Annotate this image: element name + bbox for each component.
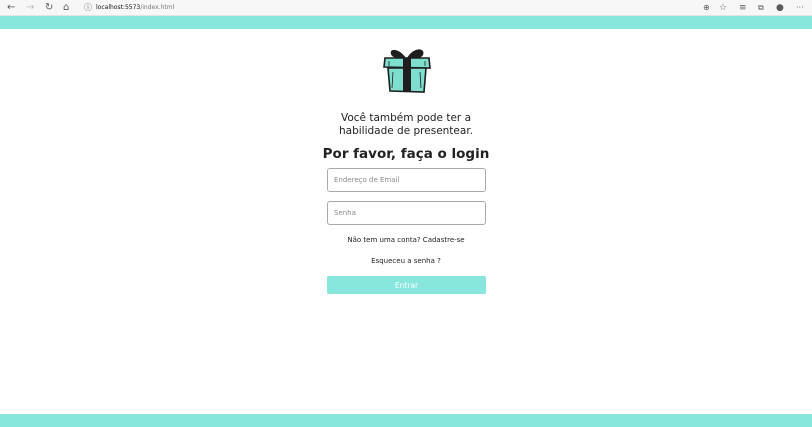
refresh-icon[interactable]: ↻	[45, 1, 53, 15]
forgot-password-link[interactable]: Esqueceu a senha ?	[300, 257, 512, 265]
forward-icon[interactable]: →	[26, 1, 34, 15]
footer-band	[0, 414, 812, 427]
url-path: /index.html	[140, 4, 175, 11]
collections-icon[interactable]: ⧉	[758, 1, 764, 15]
back-icon[interactable]: ←	[7, 1, 15, 15]
tagline-line-1: Você também pode ter a	[340, 112, 472, 124]
signup-link[interactable]: Não tem uma conta? Cadastre-se	[300, 236, 512, 244]
home-icon[interactable]: ⌂	[63, 1, 69, 15]
tagline-line-2: habilidade de presentear.	[338, 124, 474, 137]
tagline: Você também pode ter a habilidade de pre…	[300, 112, 512, 137]
login-button[interactable]: Entrar	[327, 276, 486, 294]
header-band	[0, 16, 812, 29]
more-icon[interactable]: ···	[796, 1, 804, 15]
url-host: localhost:5573	[96, 4, 141, 11]
browser-toolbar: ← → ↻ ⌂ ⓘ localhost:5573/index.html ⊕ ☆ …	[0, 0, 812, 16]
profile-icon[interactable]: ●	[776, 1, 784, 15]
page-title: Por favor, faça o login	[322, 146, 490, 162]
favorites-list-icon[interactable]: ≡	[739, 1, 747, 15]
favorite-icon[interactable]: ☆	[719, 1, 727, 15]
password-field[interactable]	[327, 201, 486, 225]
gift-logo	[383, 49, 431, 93]
email-field[interactable]	[327, 168, 486, 192]
zoom-icon[interactable]: ⊕	[703, 1, 710, 15]
address-bar[interactable]: localhost:5573/index.html	[96, 2, 174, 14]
info-icon[interactable]: ⓘ	[84, 1, 92, 15]
